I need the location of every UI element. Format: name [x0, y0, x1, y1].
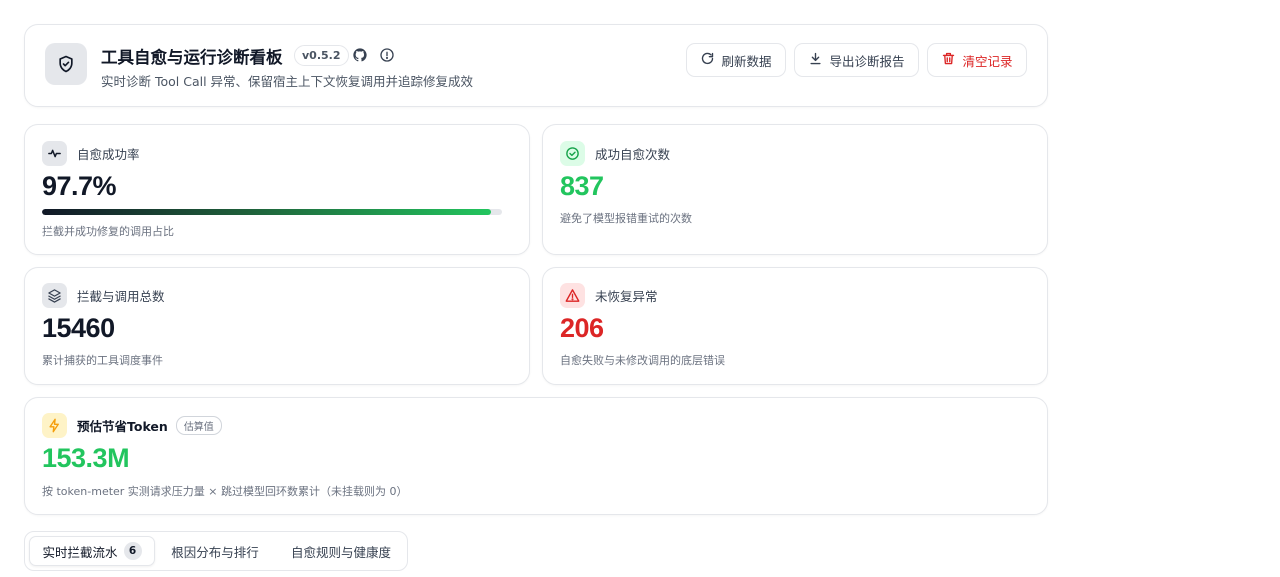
success-rate-card: 自愈成功率 97.7% 拦截并成功修复的调用占比	[24, 124, 530, 255]
trash-icon	[941, 51, 956, 69]
success-count-value: 837	[560, 171, 604, 201]
unrecovered-desc: 自愈失败与未修改调用的底层错误	[560, 354, 725, 367]
github-icon[interactable]	[352, 47, 368, 63]
tab-live-intercepts[interactable]: 实时拦截流水 6	[29, 536, 155, 566]
token-savings-card: 预估节省Token 估算值 153.3M 按 token-meter 实测请求压…	[24, 397, 1048, 515]
refresh-button-label: 刷新数据	[721, 53, 772, 69]
success-rate-label: 自愈成功率	[77, 147, 140, 162]
page-title: 工具自愈与运行诊断看板	[101, 48, 283, 67]
refresh-button[interactable]: 刷新数据	[686, 43, 786, 77]
unrecovered-card: 未恢复异常 206 自愈失败与未修改调用的底层错误	[542, 267, 1048, 385]
unrecovered-value: 206	[560, 313, 604, 343]
tab-root-cause[interactable]: 根因分布与排行	[161, 536, 269, 566]
info-icon[interactable]	[379, 47, 395, 63]
token-savings-desc: 按 token-meter 实测请求压力量 × 跳过模型回环数累计（未挂载则为 …	[42, 485, 408, 498]
export-report-button[interactable]: 导出诊断报告	[794, 43, 919, 77]
total-calls-desc: 累计捕获的工具调度事件	[42, 354, 163, 367]
success-count-desc: 避免了模型报错重试的次数	[560, 212, 692, 225]
export-button-label: 导出诊断报告	[829, 53, 905, 69]
total-calls-value: 15460	[42, 313, 115, 343]
refresh-icon	[700, 51, 715, 69]
tab-healing-rules[interactable]: 自愈规则与健康度	[277, 536, 405, 566]
success-rate-progress	[42, 209, 502, 215]
tab-root-cause-label: 根因分布与排行	[171, 544, 259, 560]
success-count-label: 成功自愈次数	[595, 147, 671, 162]
header-card: 工具自愈与运行诊断看板 v0.5.2 实时诊断 Tool Call 异常、保留宿…	[24, 24, 1048, 107]
layers-icon	[42, 283, 67, 308]
token-savings-label: 预估节省Token	[77, 419, 168, 434]
shield-check-icon	[45, 43, 87, 85]
unrecovered-label: 未恢复异常	[595, 289, 658, 304]
check-circle-icon	[560, 141, 585, 166]
total-calls-card: 拦截与调用总数 15460 累计捕获的工具调度事件	[24, 267, 530, 385]
token-savings-value: 153.3M	[42, 443, 130, 473]
page-subtitle: 实时诊断 Tool Call 异常、保留宿主上下文恢复调用并追踪修复成效	[101, 74, 474, 89]
tab-live-intercepts-label: 实时拦截流水	[42, 544, 118, 560]
download-icon	[808, 51, 823, 69]
success-count-card: 成功自愈次数 837 避免了模型报错重试的次数	[542, 124, 1048, 255]
version-badge: v0.5.2	[294, 45, 349, 66]
warning-triangle-icon	[560, 283, 585, 308]
success-rate-value: 97.7%	[42, 171, 117, 201]
clear-records-button[interactable]: 清空记录	[927, 43, 1027, 77]
success-rate-desc: 拦截并成功修复的调用占比	[42, 225, 174, 238]
view-tabs: 实时拦截流水 6 根因分布与排行 自愈规则与健康度	[24, 531, 408, 571]
activity-icon	[42, 141, 67, 166]
total-calls-label: 拦截与调用总数	[77, 289, 165, 304]
tab-count-badge: 6	[123, 542, 142, 560]
tab-healing-rules-label: 自愈规则与健康度	[290, 544, 391, 560]
lightning-icon	[42, 413, 67, 438]
clear-button-label: 清空记录	[962, 53, 1013, 69]
estimate-badge: 估算值	[175, 416, 222, 435]
success-rate-progress-fill	[42, 209, 492, 215]
